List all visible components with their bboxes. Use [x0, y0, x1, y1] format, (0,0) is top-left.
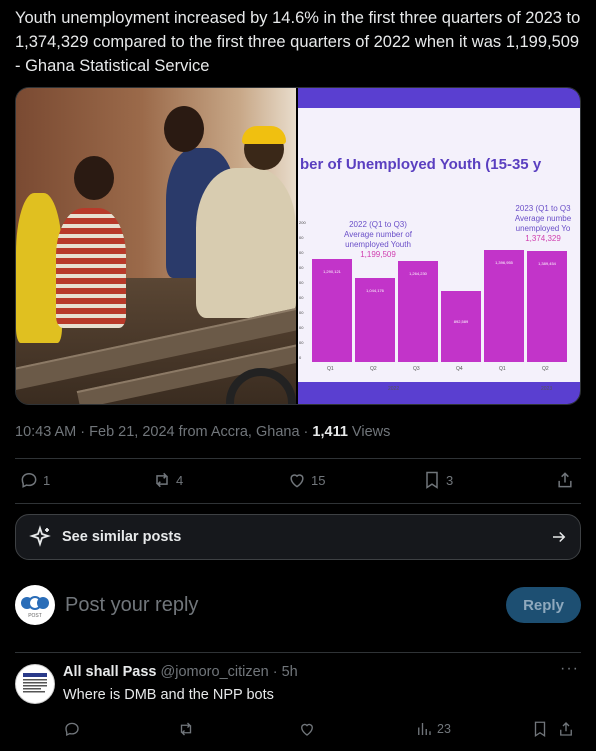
- svg-text:POST: POST: [28, 613, 42, 619]
- share-icon: [558, 472, 572, 488]
- reply-actions: 23: [63, 720, 581, 740]
- y-tick-label: 00: [299, 340, 304, 345]
- y-tick-label: 00: [299, 265, 304, 270]
- see-similar-posts-button[interactable]: See similar posts: [15, 514, 581, 560]
- quarter-label: Q3: [413, 366, 420, 372]
- bar-value-label: 1,290,121: [323, 269, 341, 274]
- reply-text: Where is DMB and the NPP bots: [63, 687, 274, 703]
- divider: [15, 652, 581, 653]
- tweet-text: Youth unemployment increased by 14.6% in…: [15, 9, 581, 75]
- bar-value-label: 892,589: [453, 319, 469, 324]
- bar-value-label: 1,044,176: [366, 288, 384, 293]
- like-button[interactable]: 15: [287, 470, 325, 490]
- reply-views-count: 23: [437, 722, 451, 736]
- bookmark-icon: [426, 471, 438, 489]
- tio-logo-icon: POST: [21, 596, 49, 619]
- reply-icon: [65, 722, 79, 737]
- repost-button[interactable]: 4: [152, 470, 183, 490]
- youth-photo[interactable]: [16, 88, 297, 404]
- heart-icon: [301, 723, 313, 736]
- reply-like-button[interactable]: [298, 720, 316, 738]
- reply-icon: [21, 472, 37, 488]
- quarter-label: Q2: [370, 366, 377, 372]
- chart-slide: ber of Unemployed Youth (15-35 y 2022 (Q…: [298, 108, 580, 392]
- chart-bar: [398, 261, 438, 362]
- y-tick-label: 00: [299, 310, 304, 315]
- y-tick-label: 00: [299, 235, 304, 240]
- newspaper-avatar-icon: [23, 673, 47, 693]
- share-button[interactable]: [555, 470, 575, 490]
- divider: [15, 503, 581, 504]
- repost-icon: [180, 722, 192, 736]
- quarter-label: Q4: [456, 366, 463, 372]
- quarter-label: Q2: [542, 366, 549, 372]
- reply-submit-button[interactable]: Reply: [506, 587, 581, 623]
- views-label: Views: [347, 424, 391, 440]
- bookmark-count: 3: [446, 472, 454, 488]
- y-tick-label: 00: [299, 250, 304, 255]
- chart-bar: [312, 259, 352, 362]
- see-similar-posts-label: See similar posts: [62, 529, 182, 545]
- reply-repost-button[interactable]: [177, 720, 195, 738]
- y-tick-label: 200: [299, 220, 306, 225]
- repost-count: 4: [176, 472, 184, 488]
- post-meta: 10:43 AM · Feb 21, 2024 from Accra, Ghan…: [15, 424, 390, 440]
- year-label-2022: 2022: [388, 386, 400, 392]
- analytics-icon: [418, 723, 431, 735]
- y-tick-label: 00: [299, 325, 304, 330]
- arrow-right-icon: [553, 531, 566, 543]
- bar-value-label: 1,389,454: [538, 261, 556, 266]
- heart-icon: [290, 474, 304, 488]
- chart-bar: [484, 250, 524, 362]
- reply-bookmark-button[interactable]: [531, 720, 549, 738]
- sparkle-icon: [29, 525, 51, 547]
- share-icon: [560, 722, 572, 736]
- reply-count: 1: [43, 472, 51, 488]
- reply-input[interactable]: Post your reply: [65, 594, 506, 617]
- y-tick-label: 00: [299, 280, 304, 285]
- tweet-media[interactable]: ber of Unemployed Youth (15-35 y 2022 (Q…: [15, 87, 581, 405]
- quarter-label: Q1: [327, 366, 334, 372]
- chart-bar: [441, 291, 481, 362]
- repost-icon: [156, 472, 168, 488]
- bar-value-label: 1,396,955: [495, 260, 513, 265]
- reply-reply-button[interactable]: [63, 720, 81, 738]
- reply-author-avatar[interactable]: [15, 664, 55, 704]
- bookmark-button[interactable]: 3: [422, 470, 453, 490]
- chart-photo[interactable]: ber of Unemployed Youth (15-35 y 2022 (Q…: [298, 88, 580, 404]
- reply-author-handle[interactable]: @jomoro_citizen · 5h: [157, 664, 298, 680]
- post-timestamp[interactable]: 10:43 AM · Feb 21, 2024 from Accra, Ghan…: [15, 424, 312, 440]
- views-count: 1,411: [312, 424, 348, 440]
- bar-value-label: 1,264,230: [409, 271, 427, 276]
- divider: [15, 458, 581, 459]
- reply-author-name[interactable]: All shall Pass: [63, 664, 157, 680]
- reply-share-button[interactable]: [557, 720, 575, 738]
- post-actions: 1 4 15 3: [15, 470, 581, 494]
- reply-views-button[interactable]: 23: [415, 720, 451, 738]
- year-label-2023: 2023: [541, 386, 553, 392]
- reply-button[interactable]: 1: [19, 470, 50, 490]
- chart-bar: [527, 251, 567, 362]
- quarter-label: Q1: [499, 366, 506, 372]
- bookmark-icon: [534, 721, 546, 738]
- y-tick-label: 00: [299, 295, 304, 300]
- y-tick-label: 0: [299, 355, 302, 360]
- reply-composer: POST Post your reply Reply: [15, 585, 581, 625]
- like-count: 15: [311, 472, 326, 488]
- slide-title: ber of Unemployed Youth (15-35 y: [300, 156, 542, 173]
- more-options-icon[interactable]: ···: [560, 660, 579, 678]
- reply-header: All shall Pass @jomoro_citizen · 5h: [63, 664, 298, 680]
- user-avatar[interactable]: POST: [15, 585, 55, 625]
